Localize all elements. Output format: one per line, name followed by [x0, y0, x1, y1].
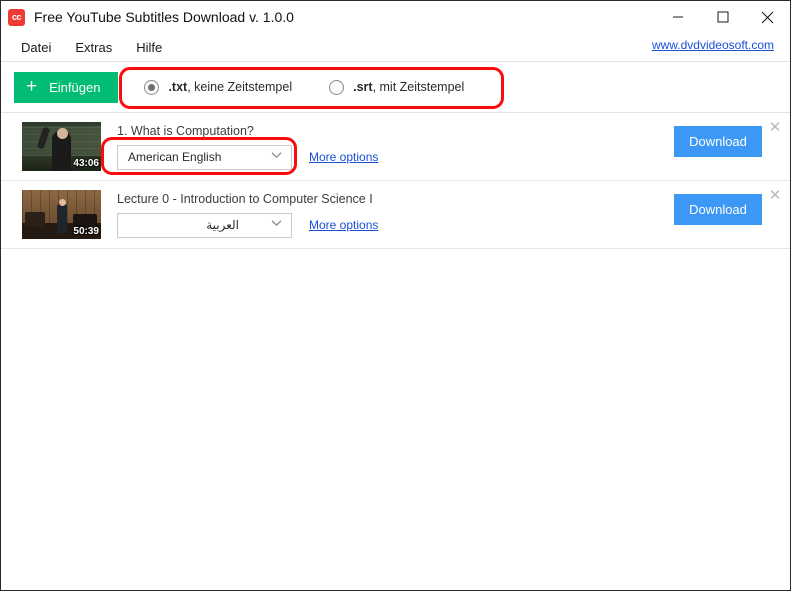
- close-icon: [761, 11, 774, 24]
- radio-option-txt[interactable]: .txt, keine Zeitstempel: [144, 79, 293, 95]
- insert-button-label: Einfügen: [49, 79, 101, 95]
- minimize-icon: [672, 11, 684, 23]
- menu-item-extras[interactable]: Extras: [67, 37, 120, 58]
- title-bar: cc Free YouTube Subtitles Download v. 1.…: [1, 1, 790, 33]
- language-select-value: العربية: [206, 218, 239, 232]
- video-thumbnail: 43:06: [22, 122, 101, 171]
- thumbnail-figure-head: [59, 199, 66, 206]
- language-select[interactable]: American English: [117, 144, 292, 170]
- plus-icon: +: [26, 75, 38, 97]
- menu-bar: Datei Extras Hilfe www.dvdvideosoft.com: [1, 33, 790, 62]
- radio-label-srt-rest: , mit Zeitstempel: [372, 80, 465, 94]
- video-duration: 50:39: [73, 226, 99, 237]
- window-title: Free YouTube Subtitles Download v. 1.0.0: [34, 9, 294, 25]
- video-controls: العربية More options: [117, 212, 378, 238]
- menu-item-datei[interactable]: Datei: [13, 37, 59, 58]
- video-controls: American English More options: [117, 144, 378, 170]
- video-list: 43:06 1. What is Computation? American E…: [1, 113, 790, 249]
- radio-label-txt-rest: , keine Zeitstempel: [187, 80, 293, 94]
- website-link[interactable]: www.dvdvideosoft.com: [652, 38, 774, 52]
- table-row: 50:39 Lecture 0 - Introduction to Comput…: [1, 181, 790, 249]
- cc-icon: cc: [8, 8, 25, 26]
- table-row: 43:06 1. What is Computation? American E…: [1, 113, 790, 181]
- video-info: Lecture 0 - Introduction to Computer Sci…: [117, 192, 378, 238]
- video-title: 1. What is Computation?: [117, 123, 254, 138]
- video-title: Lecture 0 - Introduction to Computer Sci…: [117, 191, 373, 206]
- cc-icon-label: cc: [11, 12, 22, 22]
- close-button[interactable]: [745, 1, 790, 33]
- format-radio-group: .txt, keine Zeitstempel .srt, mit Zeitst…: [144, 79, 501, 95]
- download-button[interactable]: Download: [674, 194, 762, 225]
- video-info: 1. What is Computation? American English…: [117, 124, 378, 170]
- language-select-value: American English: [128, 150, 222, 164]
- radio-label-txt-bold: .txt: [168, 80, 188, 94]
- radio-indicator-txt: [144, 79, 160, 95]
- remove-item-button[interactable]: ✕: [766, 118, 784, 136]
- video-duration: 43:06: [73, 158, 99, 169]
- thumbnail-desk: [25, 212, 45, 227]
- chevron-down-icon: [271, 214, 282, 232]
- thumbnail-figure-body: [57, 203, 67, 233]
- close-icon: ✕: [768, 118, 782, 136]
- download-button[interactable]: Download: [674, 126, 762, 157]
- app-window: cc Free YouTube Subtitles Download v. 1.…: [0, 0, 791, 591]
- radio-label-srt-bold: .srt: [353, 80, 373, 94]
- remove-item-button[interactable]: ✕: [766, 186, 784, 204]
- thumbnail-figure-head: [57, 128, 68, 139]
- language-select[interactable]: العربية: [117, 212, 292, 238]
- insert-button[interactable]: + Einfügen: [14, 71, 119, 103]
- more-options-link[interactable]: More options: [309, 218, 378, 232]
- maximize-button[interactable]: [700, 1, 745, 33]
- minimize-button[interactable]: [655, 1, 700, 33]
- toolbar: + Einfügen .txt, keine Zeitstempel .srt,…: [1, 62, 790, 113]
- chevron-down-icon: [271, 146, 282, 164]
- menu-item-hilfe[interactable]: Hilfe: [128, 37, 170, 58]
- more-options-link[interactable]: More options: [309, 150, 378, 164]
- radio-option-srt[interactable]: .srt, mit Zeitstempel: [329, 79, 465, 95]
- maximize-icon: [717, 11, 729, 23]
- window-controls: [655, 1, 790, 33]
- video-thumbnail: 50:39: [22, 190, 101, 239]
- close-icon: ✕: [768, 186, 782, 204]
- radio-indicator-srt: [329, 79, 345, 95]
